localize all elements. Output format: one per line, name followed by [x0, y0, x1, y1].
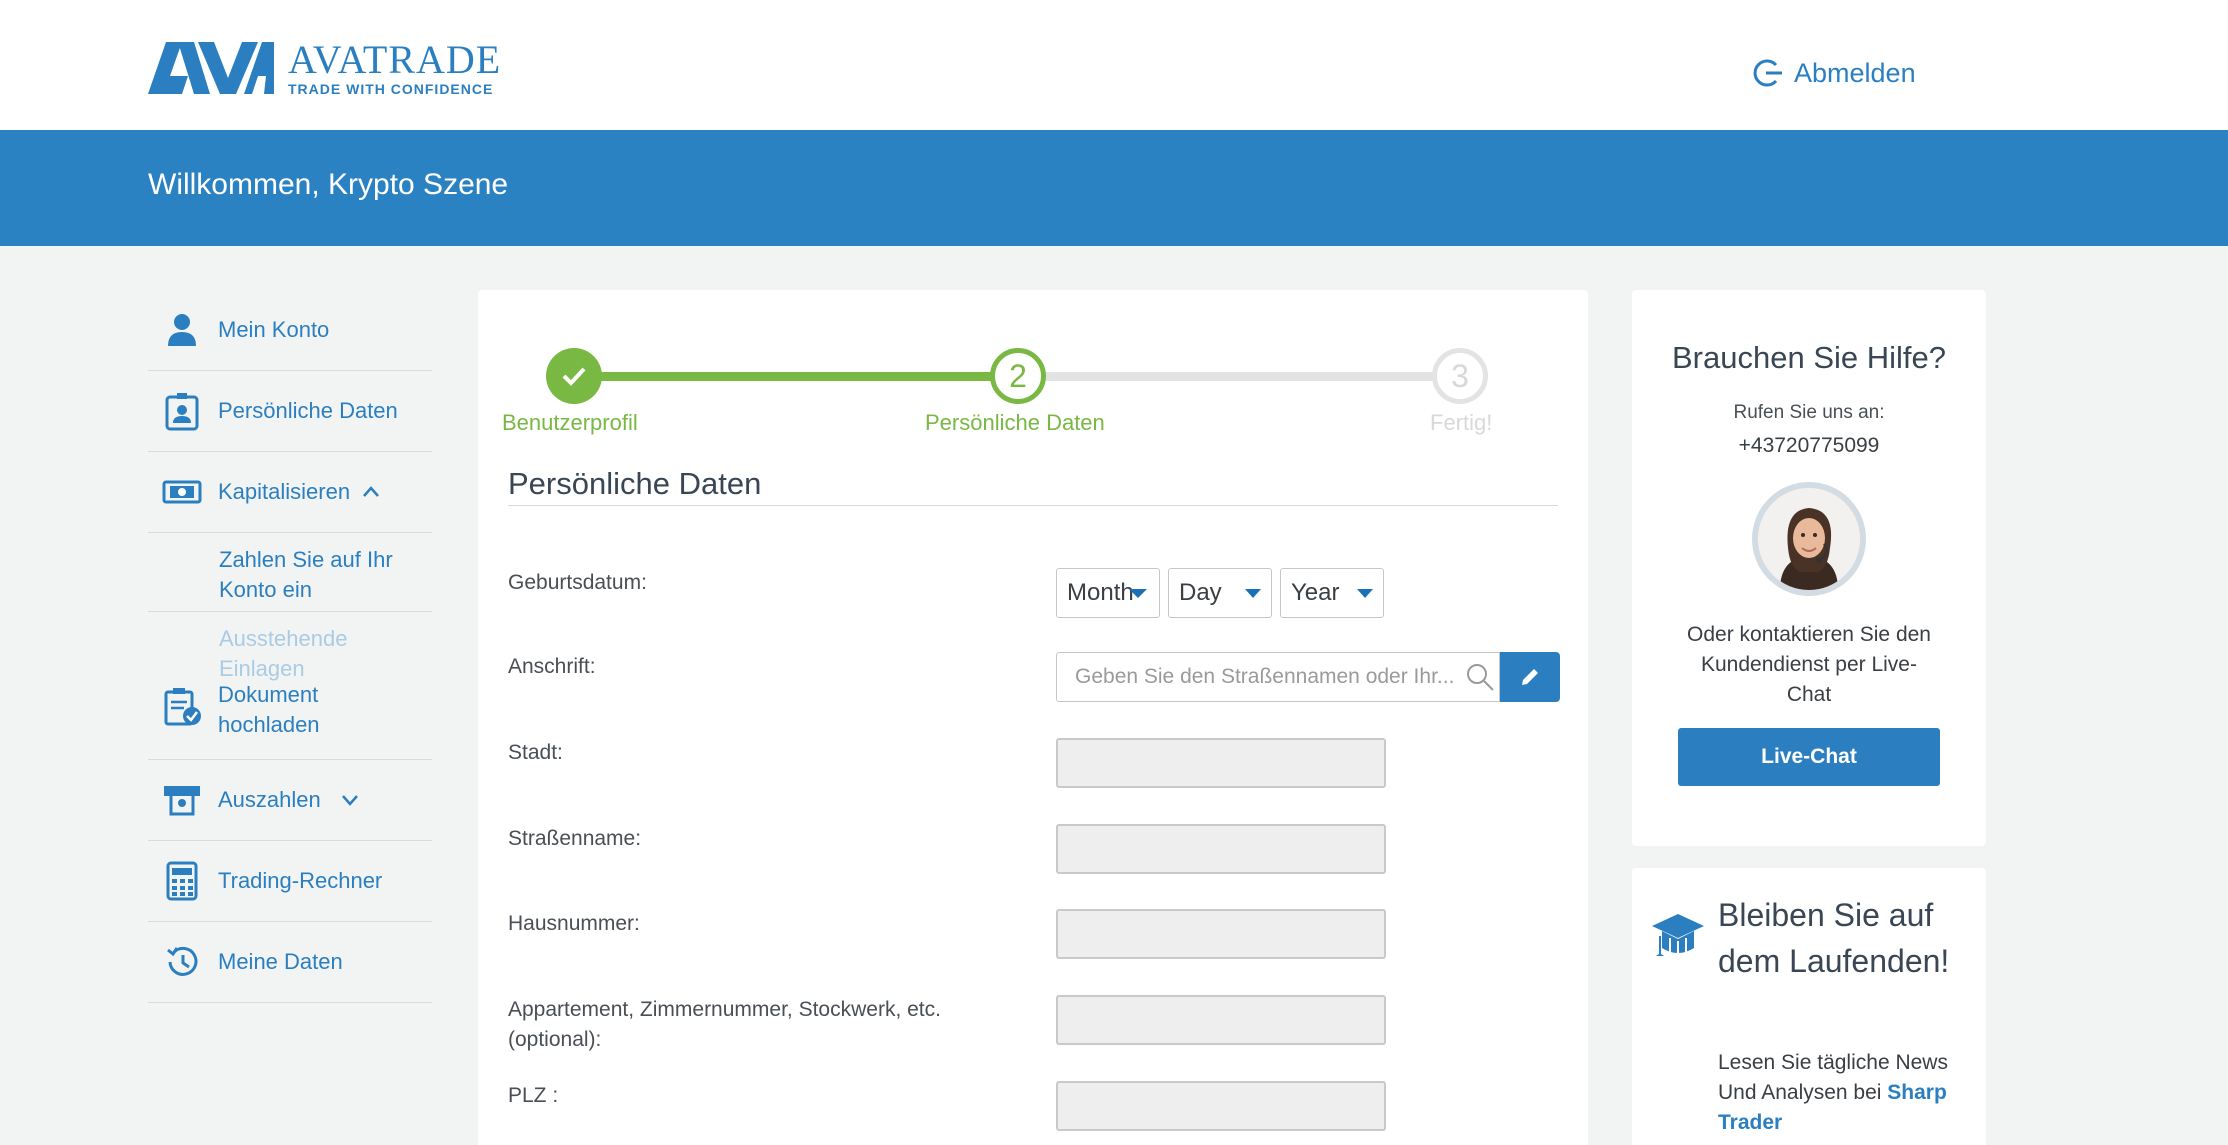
- withdraw-icon: [160, 778, 204, 822]
- pencil-icon: [1522, 669, 1538, 685]
- address-search-input[interactable]: Geben Sie den Straßennamen oder Ihr...: [1056, 652, 1500, 702]
- help-card: Brauchen Sie Hilfe? Rufen Sie uns an: +4…: [1632, 290, 1986, 846]
- sidebar-item-persoenliche-daten[interactable]: Persönliche Daten: [148, 371, 432, 452]
- chevron-up-icon[interactable]: [360, 481, 382, 503]
- sidebar-item-kapitalisieren[interactable]: Kapitalisieren: [148, 452, 432, 533]
- logo-name: AVATRADE: [288, 37, 502, 82]
- sidebar-item-label: Mein Konto: [218, 317, 330, 342]
- street-label: Straßenname:: [508, 827, 642, 850]
- year-select-value: Year: [1291, 579, 1340, 606]
- address-label: Anschrift:: [508, 655, 596, 678]
- news-card: Bleiben Sie auf dem Laufenden! Lesen Sie…: [1632, 868, 1986, 1145]
- sidebar-item-label: Persönliche Daten: [218, 398, 398, 423]
- sidebar-item-label: Meine Daten: [218, 949, 343, 974]
- help-title: Brauchen Sie Hilfe?: [1672, 340, 1946, 375]
- sidebar-item-auszahlen[interactable]: Auszahlen: [148, 760, 432, 841]
- step-2-active: 2: [990, 348, 1046, 404]
- user-icon: [160, 308, 204, 352]
- help-alt-text: Oder kontaktieren Sie den Kundendienst p…: [1687, 623, 1931, 706]
- house-number-field[interactable]: [1056, 909, 1386, 959]
- graduation-cap-icon: [1652, 914, 1704, 956]
- calculator-icon: [160, 859, 204, 903]
- step-1-label: Benutzerprofil: [502, 410, 638, 435]
- sidebar-item-meine-daten[interactable]: Meine Daten: [148, 922, 432, 1003]
- address-placeholder: Geben Sie den Straßennamen oder Ihr...: [1075, 665, 1455, 688]
- caret-down-icon: [1357, 589, 1373, 598]
- history-icon: [160, 940, 204, 984]
- search-icon[interactable]: [1465, 662, 1495, 692]
- registration-form-card: 2 3 Benutzerprofil Persönliche Daten Fer…: [478, 290, 1588, 1145]
- news-title: Bleiben Sie auf dem Laufenden!: [1718, 897, 1950, 979]
- sidebar-item-label: Auszahlen: [218, 787, 321, 812]
- month-select[interactable]: Month: [1056, 568, 1160, 618]
- caret-down-icon: [1129, 589, 1147, 598]
- step-progress-complete: [576, 372, 1016, 381]
- sidebar-item-label: Trading-Rechner: [218, 868, 383, 893]
- step-3-pending: 3: [1432, 348, 1488, 404]
- support-agent-avatar: [1752, 482, 1866, 596]
- logout-icon: [1753, 59, 1782, 87]
- street-field[interactable]: [1056, 824, 1386, 874]
- birthdate-row: Geburtsdatum: Month Day Year: [508, 568, 1558, 620]
- welcome-banner: Willkommen, Krypto Szene: [0, 130, 2228, 246]
- sidebar-subitem-einzahlen[interactable]: Zahlen Sie auf Ihr Konto ein: [148, 533, 432, 612]
- city-row: Stadt:: [508, 738, 1558, 790]
- progress-steps: 2 3 Benutzerprofil Persönliche Daten Fer…: [478, 320, 1588, 435]
- apartment-label: Appartement, Zimmernummer, Stockwerk, et…: [508, 998, 941, 1051]
- clipboard-check-icon: [160, 684, 204, 728]
- logout-button[interactable]: Abmelden: [1750, 56, 1916, 90]
- house-number-label: Hausnummer:: [508, 912, 640, 935]
- manual-address-button[interactable]: [1500, 652, 1560, 702]
- year-select[interactable]: Year: [1280, 568, 1384, 618]
- news-text: Lesen Sie tägliche News Und Analysen bei…: [1718, 1048, 1968, 1138]
- city-label: Stadt:: [508, 741, 563, 764]
- zip-label: PLZ :: [508, 1084, 559, 1107]
- avatrade-logo-icon: [148, 42, 274, 94]
- sidebar-item-dokument-hochladen[interactable]: Dokument hochladen: [148, 680, 432, 760]
- live-chat-button[interactable]: Live-Chat: [1678, 728, 1940, 786]
- step-progress-remaining: [1018, 372, 1448, 381]
- section-title: Persönliche Daten: [508, 466, 762, 501]
- help-phone-number[interactable]: +43720775099: [1632, 434, 1986, 458]
- help-call-label: Rufen Sie uns an:: [1733, 402, 1885, 423]
- step-1-done: [546, 348, 602, 404]
- sidebar-item-label: Kapitalisieren: [218, 479, 351, 504]
- apartment-row: Appartement, Zimmernummer, Stockwerk, et…: [508, 995, 1558, 1055]
- caret-down-icon: [1245, 589, 1261, 598]
- sidebar-item-label: Dokument hochladen: [218, 682, 320, 737]
- id-badge-icon: [160, 389, 204, 433]
- day-select-value: Day: [1179, 579, 1222, 606]
- top-header: AVATRADE TRADE WITH CONFIDENCE Abmelden: [0, 0, 2228, 130]
- sidebar-item-trading-rechner[interactable]: Trading-Rechner: [148, 841, 432, 922]
- birthdate-label: Geburtsdatum:: [508, 571, 647, 594]
- zip-field[interactable]: [1056, 1081, 1386, 1131]
- sidebar-nav: Mein Konto Persönliche Daten Kapitalisie…: [148, 290, 432, 1003]
- apartment-field[interactable]: [1056, 995, 1386, 1045]
- month-select-value: Month: [1067, 579, 1134, 606]
- chevron-down-icon[interactable]: [339, 789, 361, 811]
- banknote-icon: [160, 470, 204, 514]
- address-row: Anschrift: Geben Sie den Straßennamen od…: [508, 652, 1560, 704]
- welcome-text: Willkommen, Krypto Szene: [148, 168, 509, 201]
- step-2-label: Persönliche Daten: [925, 410, 1105, 435]
- sidebar-item-mein-konto[interactable]: Mein Konto: [148, 290, 432, 371]
- checkmark-icon: [562, 367, 586, 386]
- house-number-row: Hausnummer:: [508, 909, 1558, 961]
- day-select[interactable]: Day: [1168, 568, 1272, 618]
- street-row: Straßenname:: [508, 824, 1558, 876]
- city-field[interactable]: [1056, 738, 1386, 788]
- logout-label: Abmelden: [1794, 57, 1916, 88]
- section-divider: [508, 505, 1558, 506]
- zip-row: PLZ :: [508, 1081, 1558, 1133]
- avatrade-logo[interactable]: AVATRADE TRADE WITH CONFIDENCE: [148, 40, 501, 96]
- step-3-label: Fertig!: [1430, 410, 1493, 435]
- logo-tagline: TRADE WITH CONFIDENCE: [288, 81, 494, 97]
